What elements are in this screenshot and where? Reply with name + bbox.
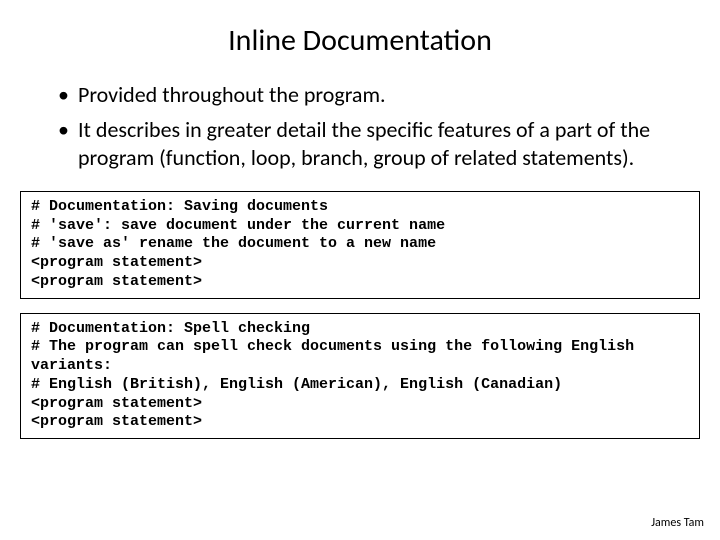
bullet-item: Provided throughout the program. bbox=[58, 81, 680, 110]
bullet-list: Provided throughout the program. It desc… bbox=[14, 81, 706, 173]
code-block-saving: # Documentation: Saving documents # 'sav… bbox=[20, 191, 700, 299]
bullet-item: It describes in greater detail the speci… bbox=[58, 116, 680, 173]
slide: Inline Documentation Provided throughout… bbox=[0, 0, 720, 540]
code-block-spellcheck: # Documentation: Spell checking # The pr… bbox=[20, 313, 700, 440]
slide-title: Inline Documentation bbox=[14, 22, 706, 59]
footer-author: James Tam bbox=[651, 516, 704, 530]
